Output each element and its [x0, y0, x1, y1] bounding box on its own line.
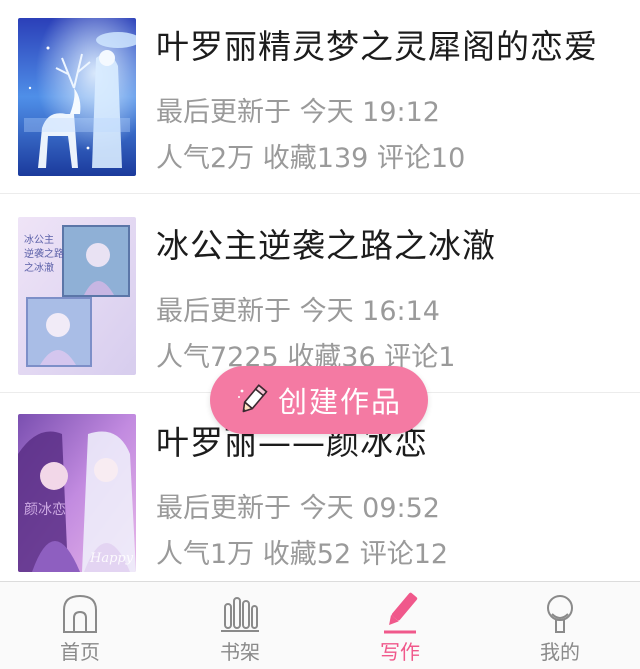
work-title[interactable]: 冰公主逆袭之路之冰澈 [156, 219, 496, 267]
last-updated: 最后更新于 今天 09:52 [156, 493, 440, 524]
svg-text:Happy: Happy [89, 551, 134, 566]
tab-home[interactable]: 首页 [0, 582, 160, 669]
tab-label: 我的 [540, 640, 580, 664]
svg-text:冰公主: 冰公主 [24, 233, 54, 246]
tab-label: 书架 [220, 640, 260, 664]
bookshelf-icon [221, 597, 259, 632]
profile-icon [547, 595, 573, 633]
work-title[interactable]: 叶罗丽精灵梦之灵犀阁的恋爱 [156, 20, 598, 68]
svg-text:逆袭之路: 逆袭之路 [24, 247, 64, 260]
pencil-icon [236, 383, 270, 417]
tab-bookshelf[interactable]: 书架 [160, 582, 320, 669]
popularity-count: 人气1万 [156, 539, 255, 570]
comments-count: 评论12 [359, 539, 449, 570]
tab-write[interactable]: 写作 [320, 582, 480, 669]
favorites-count: 收藏52 [262, 539, 352, 570]
tab-profile[interactable]: 我的 [480, 582, 640, 669]
svg-text:颜冰恋: 颜冰恋 [24, 501, 66, 518]
svg-text:之冰澈: 之冰澈 [24, 261, 54, 274]
create-work-label: 创建作品 [277, 385, 402, 419]
create-work-button[interactable]: 创建作品 [210, 366, 428, 434]
pen-icon [384, 592, 418, 634]
work-stats: 人气2万 收藏139 评论10 [156, 136, 465, 175]
cover-image-deer-fairy [18, 18, 136, 176]
favorites-count: 收藏139 [262, 143, 369, 174]
app-screen: 叶罗丽精灵梦之灵犀阁的恋爱 最后更新于 今天 19:12 人气2万 收藏139 … [0, 0, 640, 669]
last-updated: 最后更新于 今天 19:12 [156, 97, 440, 128]
work-item[interactable]: 叶罗丽精灵梦之灵犀阁的恋爱 最后更新于 今天 19:12 人气2万 收藏139 … [0, 0, 640, 194]
last-updated: 最后更新于 今天 16:14 [156, 296, 440, 327]
works-list: 叶罗丽精灵梦之灵犀阁的恋爱 最后更新于 今天 19:12 人气2万 收藏139 … [0, 0, 640, 580]
popularity-count: 人气2万 [156, 143, 255, 174]
cover-image-couple: 颜冰恋 Happy [18, 414, 136, 572]
tab-label: 写作 [380, 640, 420, 664]
bottom-tab-bar: 首页 书架 写作 我的 [0, 581, 640, 669]
home-icon [63, 594, 97, 633]
work-item[interactable]: 冰公主 逆袭之路 之冰澈 冰公主逆袭之路之冰澈 最后更新于 今天 16:14 人… [0, 197, 640, 393]
comments-count: 评论10 [376, 143, 466, 174]
work-stats: 人气1万 收藏52 评论12 [156, 532, 448, 571]
cover-image-ice-princess: 冰公主 逆袭之路 之冰澈 [18, 217, 136, 375]
tab-label: 首页 [60, 640, 100, 664]
